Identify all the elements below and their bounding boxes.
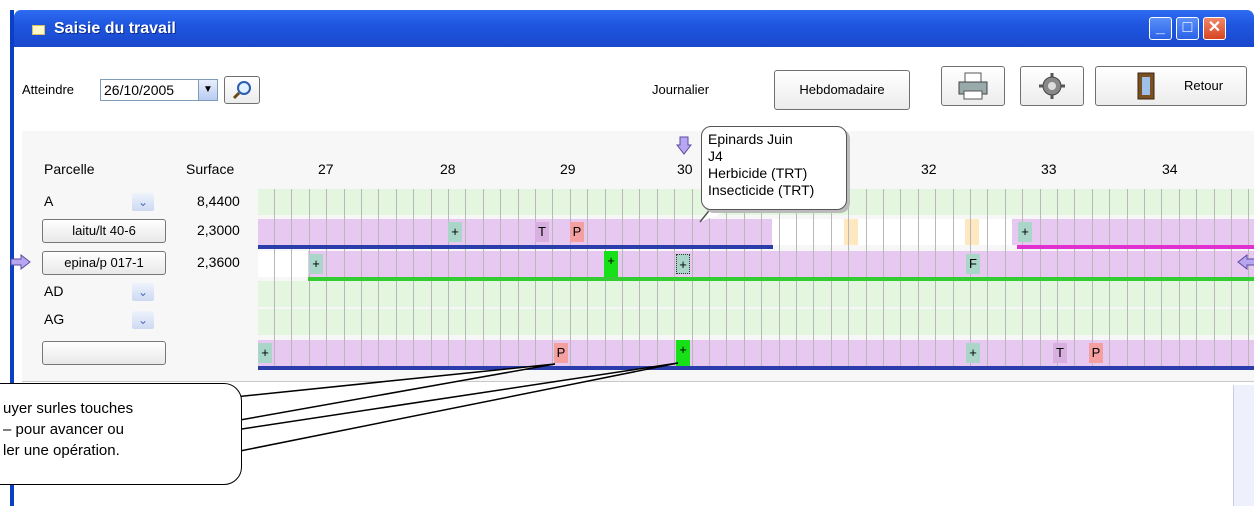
- retour-button[interactable]: Retour: [1095, 66, 1247, 106]
- settings-button[interactable]: [1020, 66, 1084, 106]
- week-label: 27: [318, 161, 334, 177]
- close-icon: ✕: [1207, 19, 1222, 36]
- parcelle-ad: AD: [44, 283, 64, 299]
- parcelle-laitu-button[interactable]: laitu/lt 40-6: [42, 219, 166, 243]
- op-plus[interactable]: +: [258, 343, 272, 363]
- chevron-down-icon[interactable]: ⌄: [132, 283, 154, 301]
- week-label: 28: [440, 161, 456, 177]
- parcelle-empty-button[interactable]: [42, 341, 166, 365]
- row-laitu-track[interactable]: [258, 219, 1254, 245]
- surface-laitu: 2,3000: [197, 222, 240, 238]
- parcelle-epina-button[interactable]: epina/p 017-1: [42, 251, 166, 275]
- maximize-icon: □: [1182, 19, 1193, 36]
- op-plus[interactable]: +: [604, 251, 618, 277]
- week-label: 33: [1041, 161, 1057, 177]
- close-button[interactable]: ✕: [1203, 17, 1226, 40]
- chevron-down-icon[interactable]: ⌄: [132, 193, 154, 211]
- scrollbar[interactable]: [1233, 385, 1254, 506]
- date-value: 26/10/2005: [104, 82, 175, 98]
- epina-gap: [258, 251, 308, 277]
- window-icon: [32, 25, 45, 35]
- op-plus[interactable]: +: [1018, 222, 1032, 242]
- laitu-highlight-2: [965, 219, 979, 245]
- row-empty-track[interactable]: [258, 340, 1254, 366]
- door-exit-icon: [1137, 72, 1155, 100]
- parcelle-ag: AG: [44, 311, 65, 327]
- schedule-grid: Parcelle Surface 27 28 29 30 32 33 34 A ⌄ 8,44…: [22, 131, 1254, 382]
- tooltip-line-2: J4: [708, 148, 723, 164]
- week-label: 29: [560, 161, 576, 177]
- tooltip-line-3: Herbicide (TRT): [708, 165, 808, 181]
- row-epina-track[interactable]: [258, 251, 1254, 277]
- toolbar: Atteindre 26/10/2005 ▼ Journalier Hebdom…: [14, 47, 1254, 124]
- day-gridline: [291, 189, 293, 370]
- help-line-2: – pour avancer ou: [3, 421, 124, 438]
- laitu-bar-blue: [258, 245, 773, 249]
- parcelle-laitu-label: laitu/lt 40-6: [72, 223, 136, 238]
- arrow-right-icon: [10, 254, 31, 270]
- tooltip-line-1: Epinards Juin: [708, 131, 793, 147]
- surface-epina: 2,3600: [197, 254, 240, 270]
- minimize-button[interactable]: _: [1149, 17, 1172, 40]
- surface-a: 8,4400: [197, 193, 240, 209]
- day-gridline: [274, 189, 275, 370]
- row-ag-track[interactable]: [258, 309, 1254, 335]
- row-ad-track[interactable]: [258, 281, 1254, 307]
- chevron-down-icon[interactable]: ▼: [198, 80, 217, 100]
- epina-bar-green: [308, 277, 1254, 281]
- header-surface: Surface: [186, 161, 235, 177]
- search-icon: [232, 81, 251, 100]
- laitu-highlight-1: [844, 219, 858, 245]
- op-p[interactable]: P: [570, 222, 584, 242]
- retour-label: Retour: [1184, 78, 1224, 93]
- empty-bar-blue: [258, 366, 1254, 370]
- tooltip-line-4: Insecticide (TRT): [708, 182, 815, 198]
- op-plus[interactable]: +: [309, 254, 323, 274]
- parcelle-a: A: [44, 193, 54, 209]
- title-bar: Saisie du travail _ □ ✕: [14, 10, 1254, 47]
- op-p[interactable]: P: [1089, 343, 1103, 363]
- date-field[interactable]: 26/10/2005 ▼: [100, 79, 218, 101]
- hebdomadaire-label: Hebdomadaire: [799, 82, 885, 97]
- window-title: Saisie du travail: [54, 20, 176, 37]
- header-parcelle: Parcelle: [44, 161, 95, 177]
- op-plus[interactable]: +: [966, 343, 980, 363]
- parcelle-epina-label: epina/p 017-1: [64, 255, 144, 270]
- journalier-link[interactable]: Journalier: [652, 82, 709, 97]
- op-plus[interactable]: +: [448, 222, 462, 242]
- chevron-down-icon[interactable]: ⌄: [132, 311, 154, 329]
- help-line-3: ler une opération.: [3, 442, 120, 459]
- gear-icon: [1039, 73, 1065, 99]
- hebdomadaire-button[interactable]: Hebdomadaire: [774, 70, 910, 110]
- op-t[interactable]: T: [1053, 343, 1067, 363]
- week-label: 34: [1162, 161, 1178, 177]
- minimize-icon: _: [1156, 19, 1165, 36]
- arrow-left-icon: [1237, 254, 1254, 270]
- op-t[interactable]: T: [535, 222, 549, 242]
- laitu-bar-magenta: [1017, 245, 1254, 249]
- week-label: 30: [677, 161, 693, 177]
- goto-label: Atteindre: [22, 82, 75, 97]
- print-button[interactable]: [941, 66, 1005, 106]
- search-button[interactable]: [224, 76, 260, 104]
- op-f[interactable]: F: [966, 254, 980, 274]
- op-plus[interactable]: +: [676, 340, 690, 366]
- week-label: 32: [921, 161, 937, 177]
- tooltip-callout: Epinards Juin J4 Herbicide (TRT) Insecti…: [701, 126, 847, 210]
- printer-icon: [958, 72, 988, 100]
- op-p[interactable]: P: [554, 343, 568, 363]
- help-line-1: uyer surles touches: [3, 400, 134, 417]
- arrow-down-icon: [676, 136, 692, 155]
- maximize-button[interactable]: □: [1176, 17, 1199, 40]
- help-note: uyer surles touches – pour avancer ou le…: [0, 383, 242, 485]
- op-plus-selected[interactable]: +: [676, 254, 690, 274]
